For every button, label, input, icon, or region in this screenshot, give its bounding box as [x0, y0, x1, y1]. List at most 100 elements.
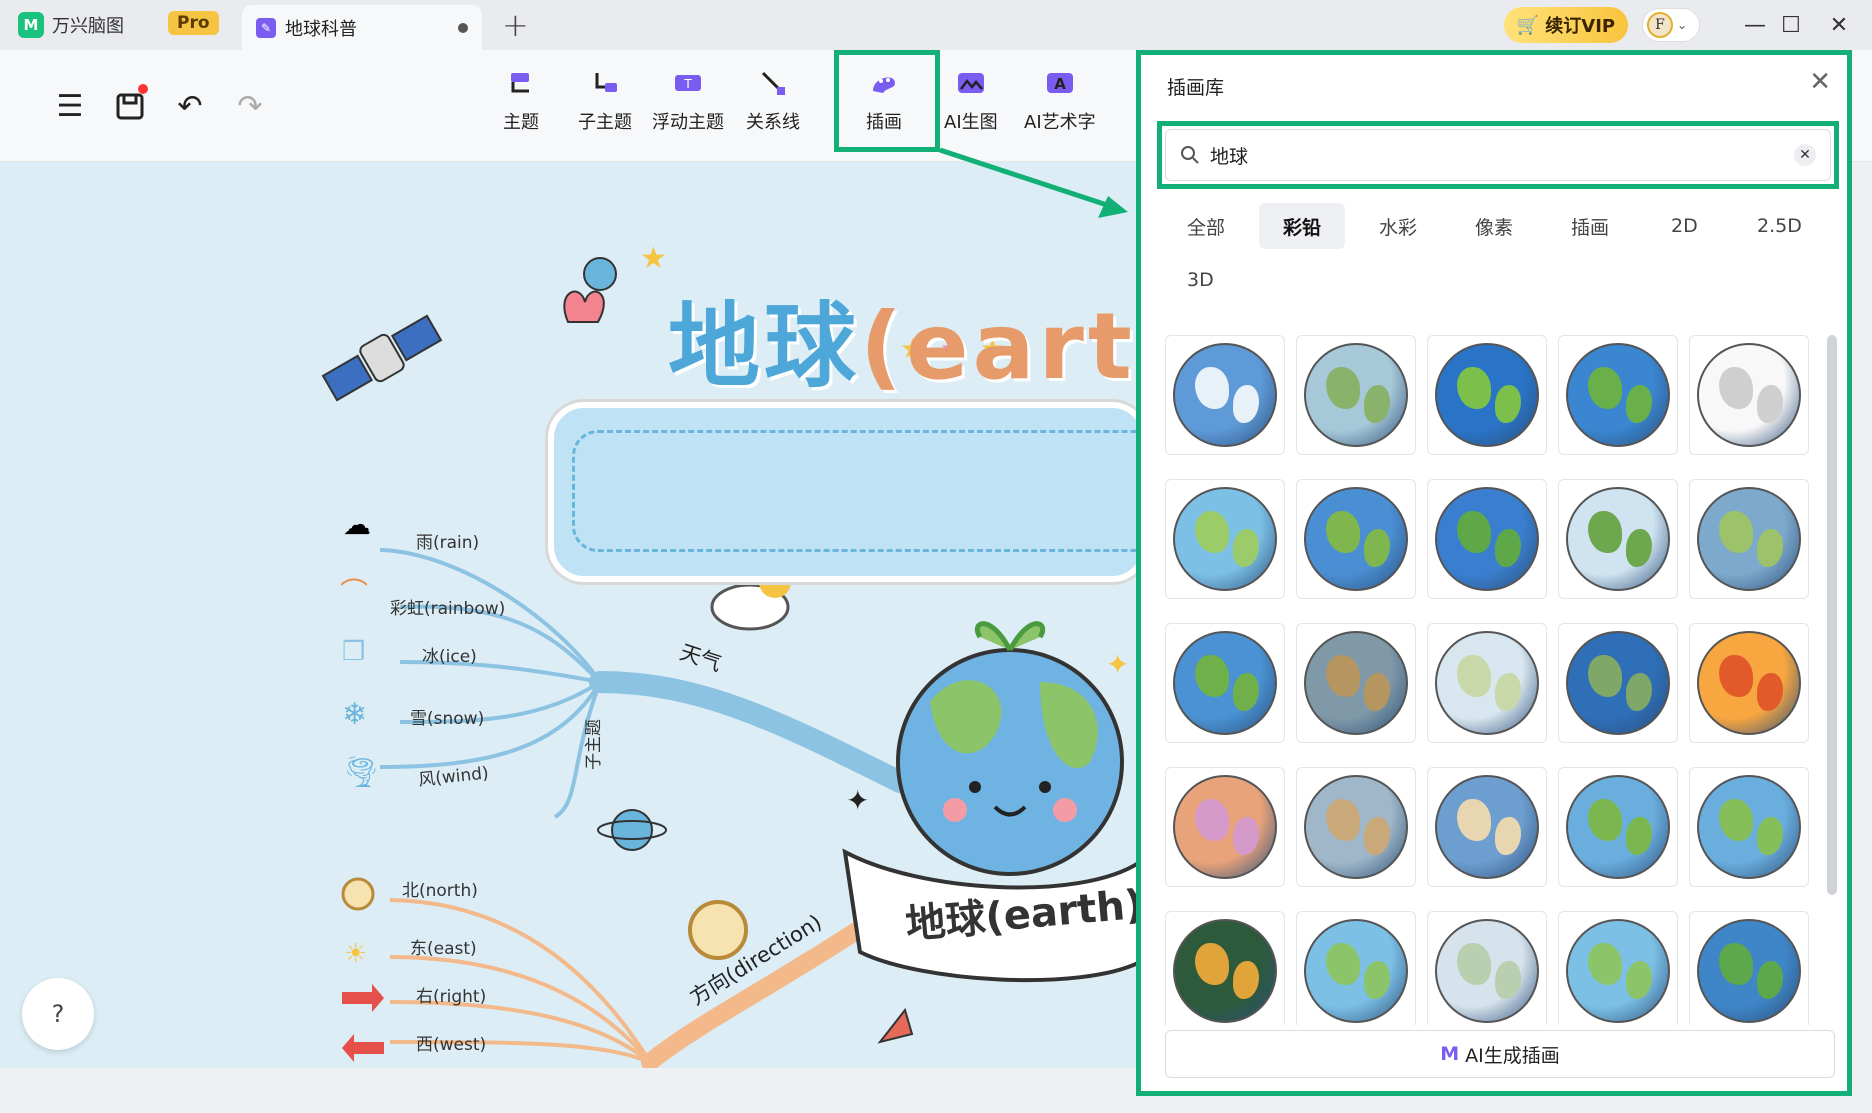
save-icon[interactable]: [110, 84, 150, 126]
subtopic-node-label[interactable]: 子主题: [579, 719, 604, 770]
minimize-icon[interactable]: —: [1738, 8, 1772, 42]
globe-land-shape: [1588, 511, 1622, 553]
illustration-thumbnail[interactable]: [1427, 623, 1547, 743]
globe-land-shape: [1326, 799, 1360, 841]
category-tab-2-5d[interactable]: 2.5D: [1733, 203, 1826, 249]
mindmap-file-icon: ✎: [256, 17, 276, 38]
illustration-thumbnail[interactable]: [1558, 911, 1678, 1025]
ai-art-text-icon: A: [1045, 68, 1075, 98]
illustration-thumbnail[interactable]: [1689, 479, 1809, 599]
menu-icon[interactable]: ☰: [50, 86, 90, 126]
weather-node-rainbow[interactable]: 彩虹(rainbow): [390, 594, 505, 619]
svg-text:☀: ☀: [344, 939, 367, 969]
illustration-thumbnail[interactable]: [1296, 335, 1416, 455]
new-tab-plus-icon[interactable]: +: [502, 6, 529, 44]
earth-globe-icon: [1697, 775, 1801, 879]
tool-ai-art-text-button[interactable]: A AI艺术字: [1024, 68, 1096, 134]
illustration-thumbnail[interactable]: [1296, 479, 1416, 599]
illustration-thumbnail[interactable]: [1165, 479, 1285, 599]
category-tab-all[interactable]: 全部: [1163, 203, 1249, 249]
tool-subtopic-button[interactable]: 子主题: [578, 68, 632, 134]
globe-land-shape: [1457, 367, 1491, 409]
globe-land-shape: [1364, 385, 1390, 423]
illustration-thumbnail[interactable]: [1296, 767, 1416, 887]
illustration-thumbnail[interactable]: [1689, 623, 1809, 743]
globe-land-shape: [1588, 655, 1622, 697]
tool-floating-topic-label: 浮动主题: [652, 112, 724, 133]
direction-node-east[interactable]: 东(east): [410, 934, 477, 959]
illustration-thumbnail[interactable]: [1558, 479, 1678, 599]
grid-scrollbar[interactable]: [1827, 335, 1837, 895]
svg-text:✦: ✦: [1106, 648, 1129, 681]
tool-ai-image-button[interactable]: AI生图: [944, 68, 998, 134]
category-tab-3d[interactable]: 3D: [1163, 257, 1238, 303]
mindmap-canvas[interactable]: ★ ★ ★ ★ ✦ ✦ ☁ ⌒ ❒ ❄ 🌪 ☀ 地球(eart 天气 子主题 方…: [0, 162, 1140, 1068]
illustration-thumbnail[interactable]: [1427, 767, 1547, 887]
illustration-thumbnail[interactable]: [1427, 911, 1547, 1025]
panel-close-icon[interactable]: ✕: [1809, 67, 1831, 97]
unsaved-dot-icon[interactable]: [458, 22, 468, 33]
globe-land-shape: [1326, 367, 1360, 409]
maximize-icon[interactable]: ☐: [1774, 8, 1808, 42]
central-title[interactable]: 地球(eart: [668, 272, 1136, 405]
search-icon: [1181, 146, 1199, 164]
category-tab-2d[interactable]: 2D: [1647, 203, 1722, 249]
illustration-thumbnail[interactable]: [1558, 623, 1678, 743]
globe-land-shape: [1588, 943, 1622, 985]
illustration-thumbnail[interactable]: [1165, 623, 1285, 743]
illustration-thumbnail[interactable]: [1427, 335, 1547, 455]
title-banner[interactable]: [548, 402, 1140, 582]
earth-globe-icon: [1304, 919, 1408, 1023]
globe-land-shape: [1233, 817, 1259, 855]
tool-topic-button[interactable]: 主题: [503, 68, 539, 134]
illustration-thumbnail[interactable]: [1165, 911, 1285, 1025]
search-box[interactable]: ✕: [1165, 129, 1831, 181]
category-tab-illustration[interactable]: 插画: [1547, 203, 1633, 249]
earth-globe-icon: [1304, 775, 1408, 879]
redo-icon[interactable]: ↷: [230, 86, 270, 126]
tool-topic-label: 主题: [503, 112, 539, 133]
undo-icon[interactable]: ↶: [170, 86, 210, 126]
illustration-thumbnail[interactable]: [1165, 335, 1285, 455]
illustration-thumbnail[interactable]: [1296, 911, 1416, 1025]
earth-globe-icon: [1566, 775, 1670, 879]
direction-node-west[interactable]: 西(west): [416, 1030, 486, 1055]
category-tab-colored-pencil[interactable]: 彩铅: [1259, 203, 1346, 249]
illustration-thumbnail[interactable]: [1296, 623, 1416, 743]
globe-land-shape: [1326, 511, 1360, 553]
illustration-thumbnail[interactable]: [1558, 335, 1678, 455]
weather-node-rain[interactable]: 雨(rain): [416, 528, 479, 553]
illustration-thumbnail[interactable]: [1689, 767, 1809, 887]
pro-badge[interactable]: Pro: [168, 11, 219, 35]
weather-node-snow[interactable]: 雪(snow): [410, 704, 484, 729]
category-tab-pixel[interactable]: 像素: [1451, 203, 1537, 249]
app-tab[interactable]: M 万兴脑图: [18, 8, 124, 42]
globe-land-shape: [1757, 385, 1783, 423]
clear-search-icon[interactable]: ✕: [1794, 144, 1816, 166]
ai-generate-illustration-button[interactable]: M AI生成插画: [1165, 1030, 1835, 1078]
tool-floating-topic-button[interactable]: T 浮动主题: [652, 68, 724, 134]
illustration-thumbnail[interactable]: [1689, 335, 1809, 455]
unsaved-indicator-icon: [138, 84, 148, 94]
direction-node-north[interactable]: 北(north): [402, 876, 478, 901]
tool-relation-line-button[interactable]: 关系线: [746, 68, 800, 134]
direction-node-right[interactable]: 右(right): [416, 982, 486, 1007]
search-input[interactable]: [1210, 144, 1784, 166]
illustration-thumbnail[interactable]: [1427, 479, 1547, 599]
globe-land-shape: [1495, 385, 1521, 423]
app-name: 万兴脑图: [52, 16, 124, 37]
illustration-thumbnail[interactable]: [1689, 911, 1809, 1025]
document-tab[interactable]: ✎ 地球科普: [242, 5, 482, 50]
illustration-thumbnail[interactable]: [1558, 767, 1678, 887]
weather-node-ice[interactable]: 冰(ice): [422, 642, 477, 667]
illustration-thumbnail[interactable]: [1165, 767, 1285, 887]
cart-icon: 🛒: [1516, 14, 1540, 36]
category-tab-watercolor[interactable]: 水彩: [1355, 203, 1441, 249]
earth-globe-icon: [1435, 775, 1539, 879]
user-avatar-menu[interactable]: F ⌄: [1642, 8, 1700, 42]
close-window-icon[interactable]: ✕: [1822, 8, 1856, 42]
earth-globe-icon: [1566, 343, 1670, 447]
help-button[interactable]: ?: [22, 978, 94, 1050]
renew-vip-button[interactable]: 🛒 续订VIP: [1504, 7, 1628, 43]
svg-text:🌪: 🌪: [342, 755, 380, 790]
